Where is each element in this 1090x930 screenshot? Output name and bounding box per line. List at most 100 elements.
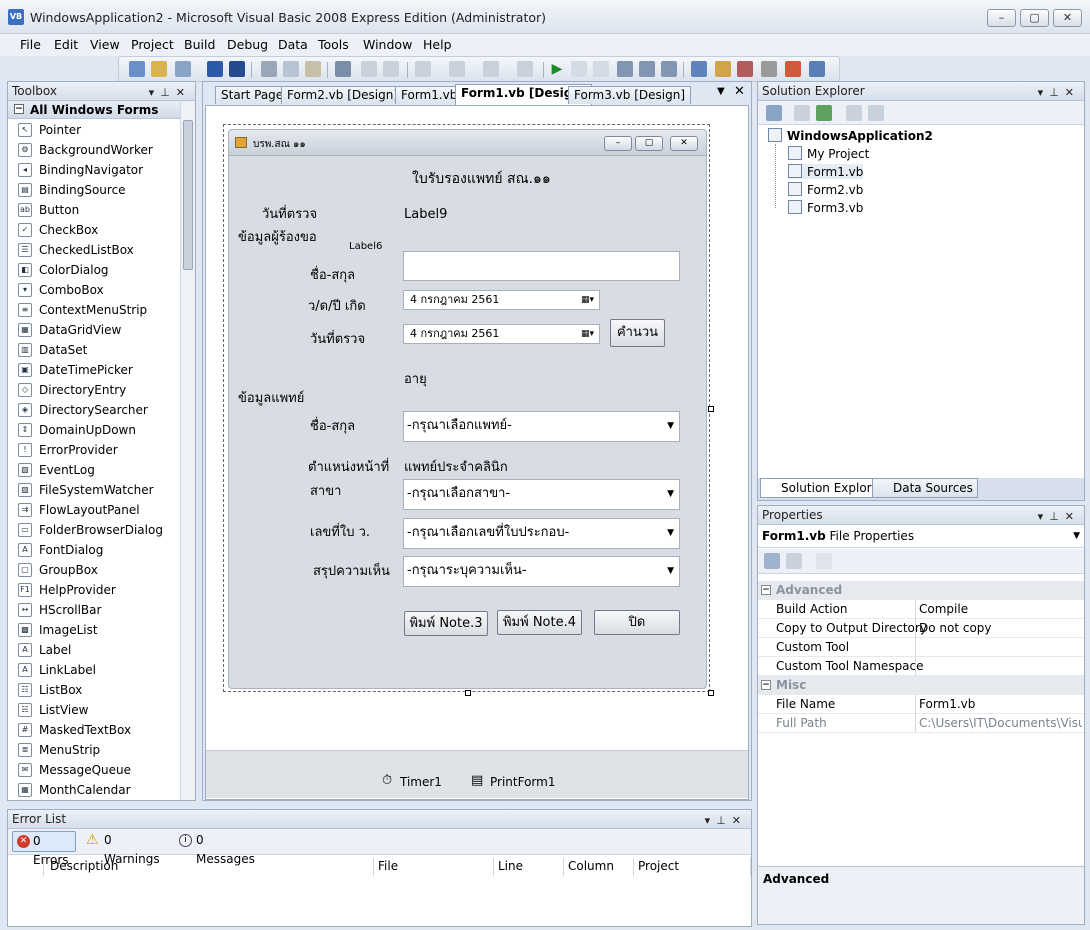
redo-icon[interactable] [449, 61, 465, 77]
step-out-icon[interactable] [661, 61, 677, 77]
menu-edit[interactable]: Edit [54, 37, 78, 52]
view-designer-icon[interactable] [846, 105, 862, 121]
show-all-files-icon[interactable] [766, 105, 782, 121]
property-value[interactable]: Do not copy [919, 619, 1082, 637]
resize-handle-right[interactable] [708, 406, 714, 412]
navigate-back-icon[interactable] [483, 61, 499, 77]
property-pages-icon[interactable] [816, 553, 832, 569]
print-note4-button[interactable]: พิมพ์ Note.4 [497, 610, 582, 635]
uncomment-icon[interactable] [383, 61, 399, 77]
tab-solution-explorer[interactable]: Solution Explorer [760, 478, 889, 498]
form-selection-frame[interactable]: บรพ.สณ ๑๑ – ▢ ✕ ใบรับรองแพทย์ สณ.๑๑ วันท… [223, 124, 714, 696]
collapse-icon[interactable]: − [761, 585, 771, 595]
property-value[interactable]: C:\Users\IT\Documents\Visual [919, 714, 1082, 732]
step-into-icon[interactable] [617, 61, 633, 77]
form-close-button[interactable]: ✕ [670, 136, 698, 151]
tab-form2-design[interactable]: Form2.vb [Design]* [281, 86, 411, 104]
chevron-down-icon[interactable]: ▼ [667, 480, 674, 508]
node-form2[interactable]: Form2.vb [788, 182, 863, 197]
form-minimize-button[interactable]: – [604, 136, 632, 151]
property-row[interactable]: Custom Tool Namespace [758, 657, 1084, 676]
toolbox-scroll-thumb[interactable] [183, 120, 193, 270]
close-window-button[interactable]: ✕ [1053, 9, 1082, 27]
close-form-button[interactable]: ปิด [594, 610, 680, 635]
toolbox-scrollbar[interactable] [180, 102, 195, 800]
tab-data-sources[interactable]: Data Sources [872, 478, 978, 498]
messages-filter-button[interactable]: i 0 Messages [176, 831, 260, 866]
calendar-dropdown-icon[interactable]: ▦▾ [581, 291, 594, 309]
doctor-combo[interactable]: -กรุณาเลือกแพทย์- ▼ [403, 411, 680, 442]
property-row[interactable]: File Name Form1.vb [758, 695, 1084, 714]
chevron-down-icon[interactable]: ▼ [667, 557, 674, 585]
birthdate-picker[interactable]: 4 กรกฎาคม 2561 ▦▾ [403, 290, 600, 310]
add-item-icon[interactable] [151, 61, 167, 77]
error-list-icon[interactable] [785, 61, 801, 77]
save-icon[interactable] [207, 61, 223, 77]
calculate-button[interactable]: คำนวน [610, 319, 665, 347]
printform1-component[interactable]: PrintForm1 [490, 775, 555, 789]
node-form3[interactable]: Form3.vb [788, 200, 863, 215]
property-value[interactable]: Form1.vb [919, 695, 1082, 713]
column-project[interactable]: Project [634, 858, 751, 876]
step-over-icon[interactable] [639, 61, 655, 77]
start-debugging-icon[interactable]: ▶ [549, 61, 565, 77]
paste-icon[interactable] [305, 61, 321, 77]
toolbox-group-all-windows-forms[interactable]: − All Windows Forms [8, 101, 195, 119]
requester-name-input[interactable] [403, 251, 680, 281]
refresh-icon[interactable] [794, 105, 810, 121]
exam-date-picker[interactable]: 4 กรกฎาคม 2561 ▦▾ [403, 324, 600, 344]
form-maximize-button[interactable]: ▢ [635, 136, 663, 151]
properties-small-icon[interactable] [868, 105, 884, 121]
form1-window[interactable]: บรพ.สณ ๑๑ – ▢ ✕ ใบรับรองแพทย์ สณ.๑๑ วันท… [228, 129, 707, 689]
chevron-down-icon[interactable]: ▼ [667, 412, 674, 440]
toolbox-icon[interactable] [761, 61, 777, 77]
categorized-icon[interactable] [764, 553, 780, 569]
close-tab-icon[interactable]: ✕ [734, 84, 745, 99]
copy-icon[interactable] [283, 61, 299, 77]
comment-icon[interactable] [361, 61, 377, 77]
property-category-advanced[interactable]: − Advanced [758, 581, 1084, 600]
resize-handle-bottom[interactable] [465, 690, 471, 696]
menu-project[interactable]: Project [131, 37, 174, 52]
summary-combo[interactable]: -กรุณาระบุความเห็น- ▼ [403, 556, 680, 587]
solution-explorer-icon[interactable] [691, 61, 707, 77]
property-row[interactable]: Copy to Output Directory Do not copy [758, 619, 1084, 638]
property-value[interactable]: Compile [919, 600, 1082, 618]
stop-icon[interactable] [593, 61, 609, 77]
chevron-down-icon[interactable]: ▼ [1073, 525, 1080, 547]
calendar-dropdown-icon[interactable]: ▦▾ [581, 325, 594, 343]
warnings-filter-button[interactable]: ⚠ 0 Warnings [84, 831, 168, 866]
toolbox-header-buttons[interactable]: ▾⊥✕ [149, 84, 191, 102]
menu-window[interactable]: Window [363, 37, 412, 52]
error-list-header-buttons[interactable]: ▾⊥✕ [705, 812, 747, 830]
property-row[interactable]: Custom Tool [758, 638, 1084, 657]
tab-dropdown-icon[interactable]: ▼ [717, 86, 725, 97]
solution-root-node[interactable]: WindowsApplication2 [768, 128, 933, 143]
collapse-icon[interactable]: − [14, 104, 24, 114]
menu-debug[interactable]: Debug [227, 37, 268, 52]
menu-build[interactable]: Build [184, 37, 215, 52]
node-form1[interactable]: Form1.vb [788, 164, 864, 179]
start-page-icon[interactable] [809, 61, 825, 77]
menu-file[interactable]: File [20, 37, 41, 52]
collapse-icon[interactable]: − [761, 680, 771, 690]
properties-icon[interactable] [715, 61, 731, 77]
menu-view[interactable]: View [90, 37, 120, 52]
minimize-button[interactable]: – [987, 9, 1016, 27]
new-project-icon[interactable] [129, 61, 145, 77]
node-my-project[interactable]: My Project [788, 146, 869, 161]
property-category-misc[interactable]: − Misc [758, 676, 1084, 695]
tab-form3-design[interactable]: Form3.vb [Design] [568, 86, 692, 104]
branch-combo[interactable]: -กรุณาเลือกสาขา- ▼ [403, 479, 680, 510]
column-file[interactable]: File [374, 858, 494, 876]
save-all-icon[interactable] [229, 61, 245, 77]
tab-form1-code[interactable]: Form1.vb [395, 86, 464, 104]
tab-start-page[interactable]: Start Page [215, 86, 290, 104]
navigate-forward-icon[interactable] [517, 61, 533, 77]
property-row[interactable]: Build Action Compile [758, 600, 1084, 619]
property-row[interactable]: Full Path C:\Users\IT\Documents\Visual [758, 714, 1084, 733]
menu-help[interactable]: Help [423, 37, 452, 52]
chevron-down-icon[interactable]: ▼ [667, 519, 674, 547]
column-column[interactable]: Column [564, 858, 634, 876]
find-icon[interactable] [335, 61, 351, 77]
